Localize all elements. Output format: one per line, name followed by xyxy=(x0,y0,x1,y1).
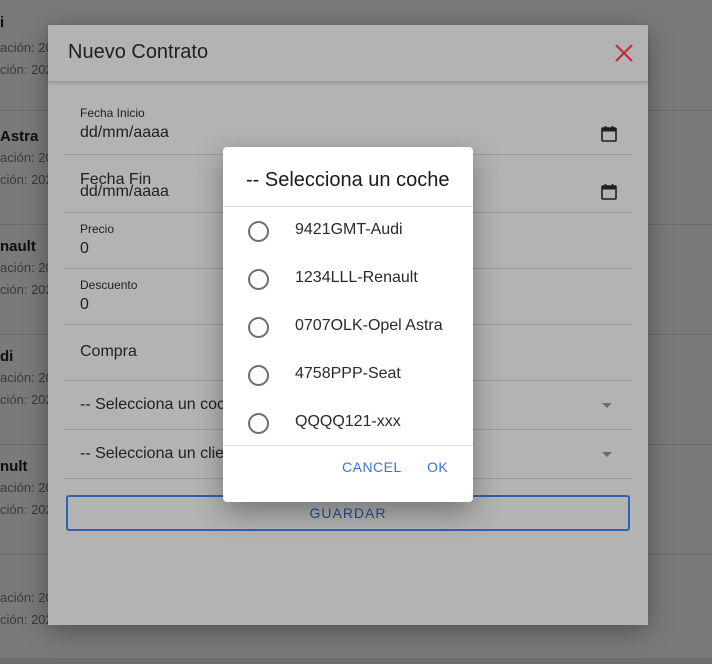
car-option[interactable]: QQQQ121-xxx xyxy=(223,399,473,447)
car-option[interactable]: 9421GMT-Audi xyxy=(223,207,473,255)
ok-button[interactable]: OK xyxy=(427,459,448,475)
list-item-line: ación: 20 xyxy=(0,590,53,605)
radio-button[interactable] xyxy=(248,413,269,434)
car-option-label: 0707OLK-Opel Astra xyxy=(295,317,443,334)
list-item-title: i xyxy=(0,14,5,31)
radio-button[interactable] xyxy=(248,317,269,338)
car-option-label: QQQQ121-xxx xyxy=(295,413,401,430)
calendar-icon[interactable] xyxy=(600,125,618,143)
list-item-title: nult xyxy=(0,458,28,475)
radio-button[interactable] xyxy=(248,365,269,386)
car-select-value: -- Selecciona un coc xyxy=(80,396,225,413)
client-select-value: -- Selecciona un clie xyxy=(80,445,225,462)
end-date-value: dd/mm/aaaa xyxy=(80,183,169,200)
list-item-title: nault xyxy=(0,238,36,255)
start-date-label: Fecha Inicio xyxy=(80,106,145,120)
purchase-type-value: Compra xyxy=(80,343,137,360)
discount-label: Descuento xyxy=(80,278,138,292)
dialog-title: -- Selecciona un coche xyxy=(246,169,450,191)
modal-title: Nuevo Contrato xyxy=(68,41,209,63)
list-item-line: ción: 202 xyxy=(0,282,53,297)
modal-header: Nuevo Contrato xyxy=(48,25,648,82)
list-item-line: ción: 202 xyxy=(0,62,53,77)
radio-button[interactable] xyxy=(248,221,269,242)
list-item-line: ción: 202 xyxy=(0,502,53,517)
car-option-label: 9421GMT-Audi xyxy=(295,221,403,238)
start-date-value: dd/mm/aaaa xyxy=(80,124,169,141)
calendar-icon[interactable] xyxy=(600,183,618,201)
price-value: 0 xyxy=(80,240,89,257)
radio-button[interactable] xyxy=(248,269,269,290)
car-selection-dialog: -- Selecciona un coche 9421GMT-Audi 1234… xyxy=(223,147,473,502)
car-option-label: 4758PPP-Seat xyxy=(295,365,401,382)
list-item-line: ción: 202 xyxy=(0,612,53,627)
chevron-down-icon xyxy=(602,403,612,408)
list-item-title: Astra xyxy=(0,128,39,145)
list-item-line: ación: 20 xyxy=(0,480,53,495)
discount-value: 0 xyxy=(80,296,89,313)
list-item-line: ación: 20 xyxy=(0,40,53,55)
list-item-line: ación: 20 xyxy=(0,370,53,385)
chevron-down-icon xyxy=(602,452,612,457)
list-item-line: ción: 202 xyxy=(0,172,53,187)
cancel-button[interactable]: CANCEL xyxy=(342,459,402,475)
list-item-title: di xyxy=(0,348,14,365)
price-label: Precio xyxy=(80,222,115,236)
car-option-label: 1234LLL-Renault xyxy=(295,269,418,286)
close-icon[interactable] xyxy=(610,39,638,67)
car-option[interactable]: 1234LLL-Renault xyxy=(223,255,473,303)
list-item-line: ación: 20 xyxy=(0,260,53,275)
car-option[interactable]: 0707OLK-Opel Astra xyxy=(223,303,473,351)
list-item-line: ción: 202 xyxy=(0,392,53,407)
divider xyxy=(223,445,473,446)
car-option[interactable]: 4758PPP-Seat xyxy=(223,351,473,399)
list-item-line: ación: 20 xyxy=(0,150,53,165)
